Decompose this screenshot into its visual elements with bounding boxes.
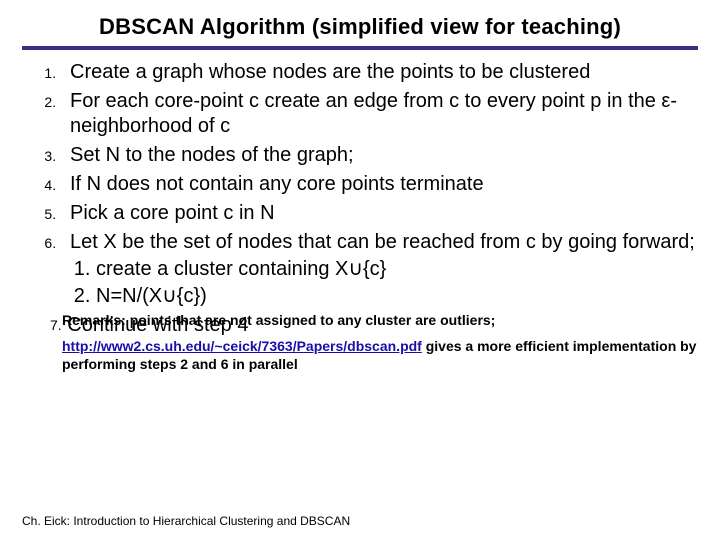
step-4: If N does not contain any core points te… [60, 172, 698, 197]
step-2: For each core-point c create an edge fro… [60, 89, 698, 139]
step-6a: create a cluster containing X∪{c} [96, 257, 698, 282]
title-rule [22, 46, 698, 50]
step-6-sublist: create a cluster containing X∪{c} N=N/(X… [96, 257, 698, 309]
step-6-text: Let X be the set of nodes that can be re… [70, 231, 695, 253]
remarks-line3: performing steps 2 and 6 in parallel [62, 356, 698, 372]
step-1: Create a graph whose nodes are the point… [60, 60, 698, 85]
dbscan-pdf-link[interactable]: http://www2.cs.uh.edu/~ceick/7363/Papers… [62, 338, 422, 354]
slide-title: DBSCAN Algorithm (simplified view for te… [22, 14, 698, 40]
step-5: Pick a core point c in N [60, 201, 698, 226]
step-3: Set N to the nodes of the graph; [60, 143, 698, 168]
slide-container: DBSCAN Algorithm (simplified view for te… [0, 0, 720, 540]
remarks-line2: http://www2.cs.uh.edu/~ceick/7363/Papers… [62, 338, 712, 356]
remarks-line1: Remarks: points that are not assigned to… [62, 312, 720, 329]
step-6: Let X be the set of nodes that can be re… [60, 230, 698, 309]
algorithm-list: Create a graph whose nodes are the point… [60, 60, 698, 309]
step-7-and-remarks: 7. Continue with step 4 Remarks: points … [50, 313, 698, 337]
step-7-number: 7. [50, 317, 62, 333]
remarks-line2-tail: gives a more efficient implementation by [422, 338, 697, 354]
slide-footer: Ch. Eick: Introduction to Hierarchical C… [22, 514, 350, 528]
step-6b: N=N/(X∪{c}) [96, 284, 698, 309]
